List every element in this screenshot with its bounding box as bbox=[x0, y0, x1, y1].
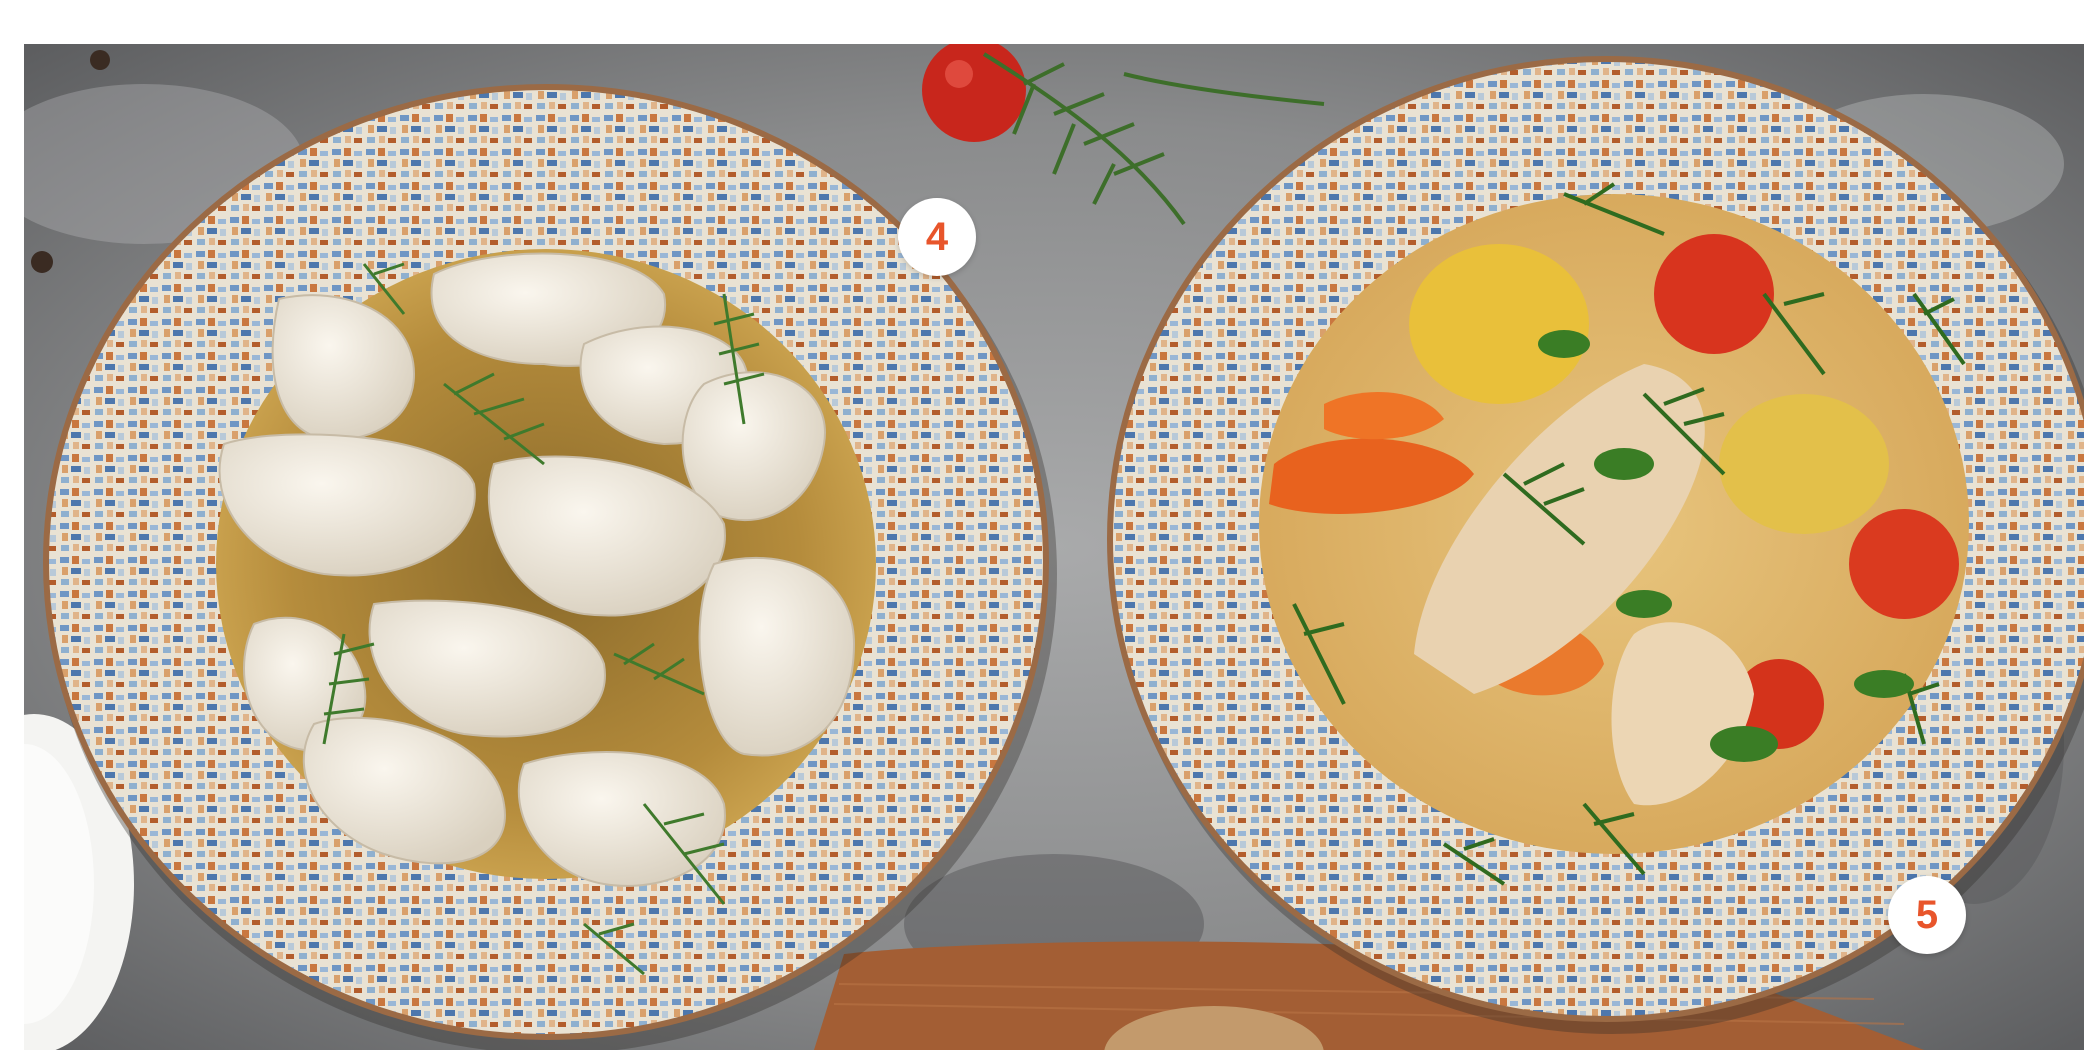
badge-label: 5 bbox=[1915, 892, 1939, 937]
tomato bbox=[1849, 509, 1959, 619]
number-badge-4: 4 bbox=[898, 198, 976, 276]
tomato bbox=[1654, 234, 1774, 354]
peppercorn bbox=[90, 50, 110, 70]
potato bbox=[1409, 244, 1589, 404]
peppercorn bbox=[31, 251, 53, 273]
badge-label: 4 bbox=[925, 214, 949, 259]
number-badge-5: 5 bbox=[1888, 876, 1966, 954]
potato bbox=[1719, 394, 1889, 534]
food-photo bbox=[24, 44, 2084, 1050]
food-photo-svg bbox=[24, 44, 2084, 1050]
